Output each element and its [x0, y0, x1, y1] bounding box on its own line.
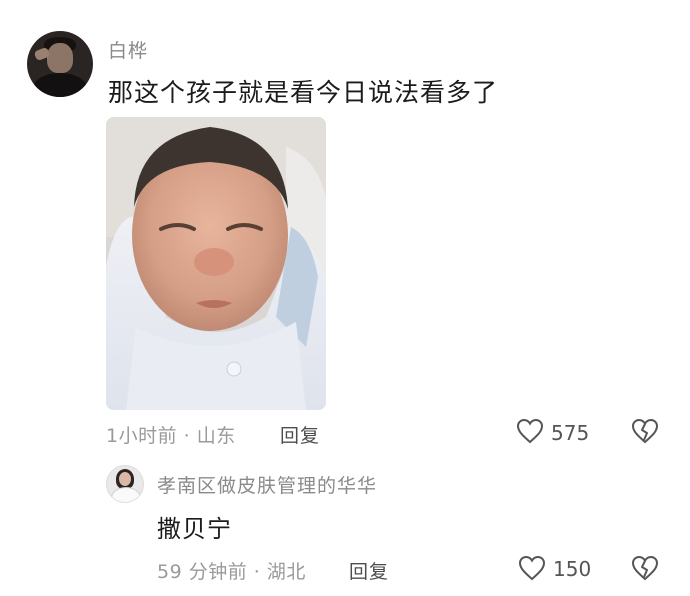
reply-username[interactable]: 孝南区做皮肤管理的华华 — [157, 471, 377, 498]
reply-text: 撒贝宁 — [157, 515, 232, 543]
broken-heart-icon[interactable] — [631, 555, 659, 581]
like-count: 575 — [551, 421, 590, 445]
comment-text: 那这个孩子就是看今日说法看多了 — [108, 78, 499, 107]
avatar[interactable] — [27, 31, 93, 97]
broken-heart-icon[interactable] — [631, 418, 659, 444]
reply-like-count: 150 — [553, 557, 592, 581]
comment-username[interactable]: 白桦 — [108, 36, 148, 63]
reply-avatar[interactable] — [106, 465, 144, 503]
heart-outline-icon[interactable] — [516, 418, 544, 444]
comment-image[interactable] — [106, 117, 326, 410]
reply-button[interactable]: 回复 — [280, 421, 320, 448]
reply-time-location: 59 分钟前 · 湖北 — [157, 561, 306, 583]
heart-outline-icon[interactable] — [518, 555, 546, 581]
baby-photo — [106, 117, 326, 410]
comment-time-location: 1小时前 · 山东 — [106, 425, 236, 447]
reply-reply-button[interactable]: 回复 — [349, 557, 389, 584]
